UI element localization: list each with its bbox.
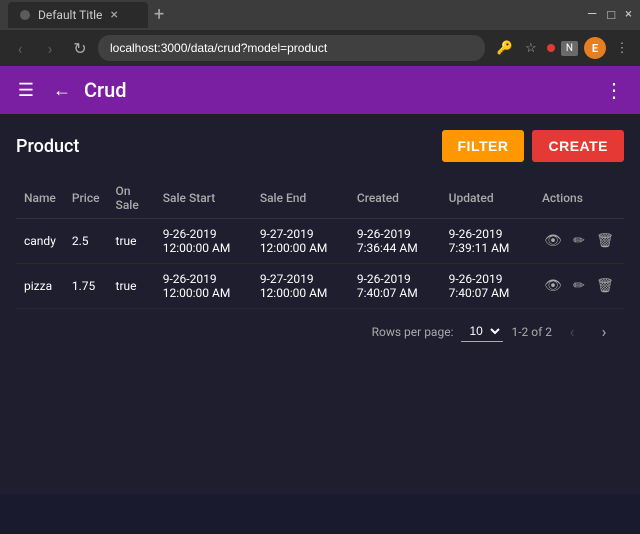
view-icon[interactable]: 👁 (542, 233, 564, 249)
table-header-row: Name Price On Sale Sale Start Sale End C… (16, 178, 624, 219)
pagination: Rows per page: 10 25 50 1-2 of 2 ‹ › (16, 309, 624, 354)
page-info: 1-2 of 2 (511, 325, 552, 339)
tab-title: Default Title (38, 8, 102, 22)
address-bar: ‹ › ↻ 🔑 ☆ N E ⋮ (0, 30, 640, 66)
data-table: Name Price On Sale Sale Start Sale End C… (16, 178, 624, 309)
view-icon[interactable]: 👁 (542, 278, 564, 294)
edit-icon[interactable]: ✏ (568, 233, 590, 249)
cell-created: 9-26-2019 7:40:07 AM (349, 264, 441, 309)
forward-button[interactable]: › (38, 39, 62, 58)
more-options-icon[interactable]: ⋮ (600, 78, 628, 102)
address-icons: 🔑 ☆ N E ⋮ (495, 37, 632, 59)
app-toolbar: ☰ ← Crud ⋮ (0, 66, 640, 114)
address-input[interactable] (98, 35, 485, 61)
browser-chrome: Default Title × + — □ × (0, 0, 640, 30)
tab-close-button[interactable]: × (110, 7, 117, 23)
back-nav-icon[interactable]: ← (48, 80, 76, 101)
back-button[interactable]: ‹ (8, 39, 32, 58)
cell-name: candy (16, 219, 64, 264)
table-row: pizza 1.75 true 9-26-2019 12:00:00 AM 9-… (16, 264, 624, 309)
create-button[interactable]: CREATE (532, 130, 624, 162)
cell-updated: 9-26-2019 7:40:07 AM (441, 264, 534, 309)
col-name: Name (16, 178, 64, 219)
col-sale-start: Sale Start (155, 178, 252, 219)
dot-indicator (20, 10, 30, 20)
cell-actions: 👁 ✏ 🗑 (534, 219, 624, 264)
cell-sale-start: 9-26-2019 12:00:00 AM (155, 219, 252, 264)
filter-button[interactable]: FILTER (442, 130, 525, 162)
minimize-button[interactable]: — (587, 7, 597, 23)
rows-per-page-label: Rows per page: (372, 325, 454, 339)
star-icon[interactable]: ☆ (521, 41, 541, 56)
rows-per-page-select[interactable]: 10 25 50 (461, 321, 503, 342)
cell-price: 2.5 (64, 219, 108, 264)
cell-updated: 9-26-2019 7:39:11 AM (441, 219, 534, 264)
window-controls: — □ × (587, 7, 632, 23)
col-updated: Updated (441, 178, 534, 219)
cell-sale-end: 9-27-2019 12:00:00 AM (252, 219, 349, 264)
edit-icon[interactable]: ✏ (568, 278, 590, 294)
cell-sale-end: 9-27-2019 12:00:00 AM (252, 264, 349, 309)
ext-icon-n: N (561, 41, 578, 56)
table-row: candy 2.5 true 9-26-2019 12:00:00 AM 9-2… (16, 219, 624, 264)
header-actions: FILTER CREATE (442, 130, 625, 162)
lock-icon: 🔑 (495, 41, 515, 56)
col-actions: Actions (534, 178, 624, 219)
cell-name: pizza (16, 264, 64, 309)
content-header: Product FILTER CREATE (16, 130, 624, 162)
col-price: Price (64, 178, 108, 219)
status-dot (547, 44, 555, 52)
cell-on-sale: true (108, 264, 155, 309)
main-content: Product FILTER CREATE Name Price On Sale… (0, 114, 640, 494)
menu-icon[interactable]: ☰ (12, 80, 40, 101)
page-title: Product (16, 136, 79, 157)
delete-icon[interactable]: 🗑 (594, 278, 616, 294)
cell-price: 1.75 (64, 264, 108, 309)
delete-icon[interactable]: 🗑 (594, 233, 616, 249)
next-page-button[interactable]: › (592, 322, 616, 341)
cell-created: 9-26-2019 7:36:44 AM (349, 219, 441, 264)
close-window-button[interactable]: × (625, 7, 632, 23)
cell-sale-start: 9-26-2019 12:00:00 AM (155, 264, 252, 309)
col-created: Created (349, 178, 441, 219)
new-tab-button[interactable]: + (154, 6, 164, 24)
more-addr-icon[interactable]: ⋮ (612, 41, 632, 56)
profile-icon[interactable]: E (584, 37, 606, 59)
app-title: Crud (84, 78, 592, 102)
cell-actions: 👁 ✏ 🗑 (534, 264, 624, 309)
cell-on-sale: true (108, 219, 155, 264)
col-on-sale: On Sale (108, 178, 155, 219)
refresh-button[interactable]: ↻ (68, 39, 92, 58)
col-sale-end: Sale End (252, 178, 349, 219)
browser-tab[interactable]: Default Title × (8, 2, 148, 28)
prev-page-button[interactable]: ‹ (560, 322, 584, 341)
maximize-button[interactable]: □ (607, 7, 615, 23)
